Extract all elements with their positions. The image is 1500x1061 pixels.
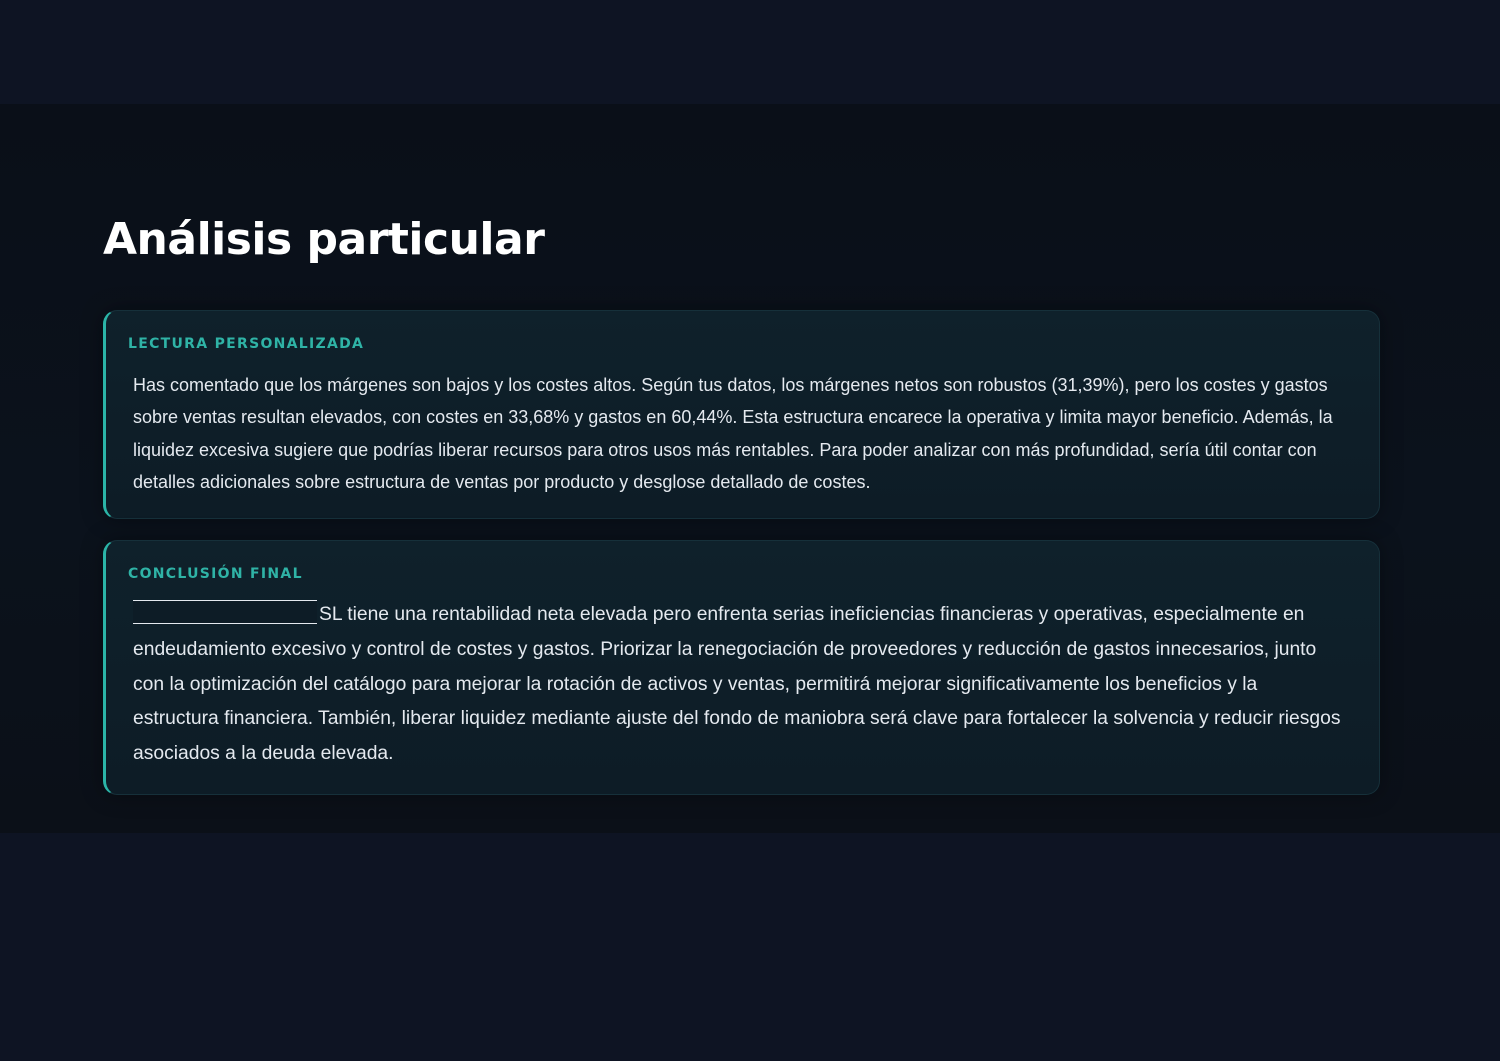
personalized-reading-body: Has comentado que los márgenes son bajos…: [133, 375, 1333, 493]
final-conclusion-label: CONCLUSIÓN FINAL: [128, 566, 303, 582]
redacted-company-name: [133, 599, 317, 624]
final-conclusion-text: SL tiene una rentabilidad neta elevada p…: [133, 598, 1347, 772]
final-conclusion-body: SL tiene una rentabilidad neta elevada p…: [133, 604, 1341, 765]
personalized-reading-label: LECTURA PERSONALIZADA: [128, 336, 365, 352]
analysis-page: Análisis particular LECTURA PERSONALIZAD…: [0, 0, 1500, 1061]
page-title: Análisis particular: [103, 214, 545, 265]
final-conclusion-card: CONCLUSIÓN FINAL SL tiene una rentabilid…: [103, 540, 1380, 795]
personalized-reading-card: LECTURA PERSONALIZADA Has comentado que …: [103, 310, 1380, 519]
personalized-reading-text: Has comentado que los márgenes son bajos…: [133, 369, 1347, 499]
